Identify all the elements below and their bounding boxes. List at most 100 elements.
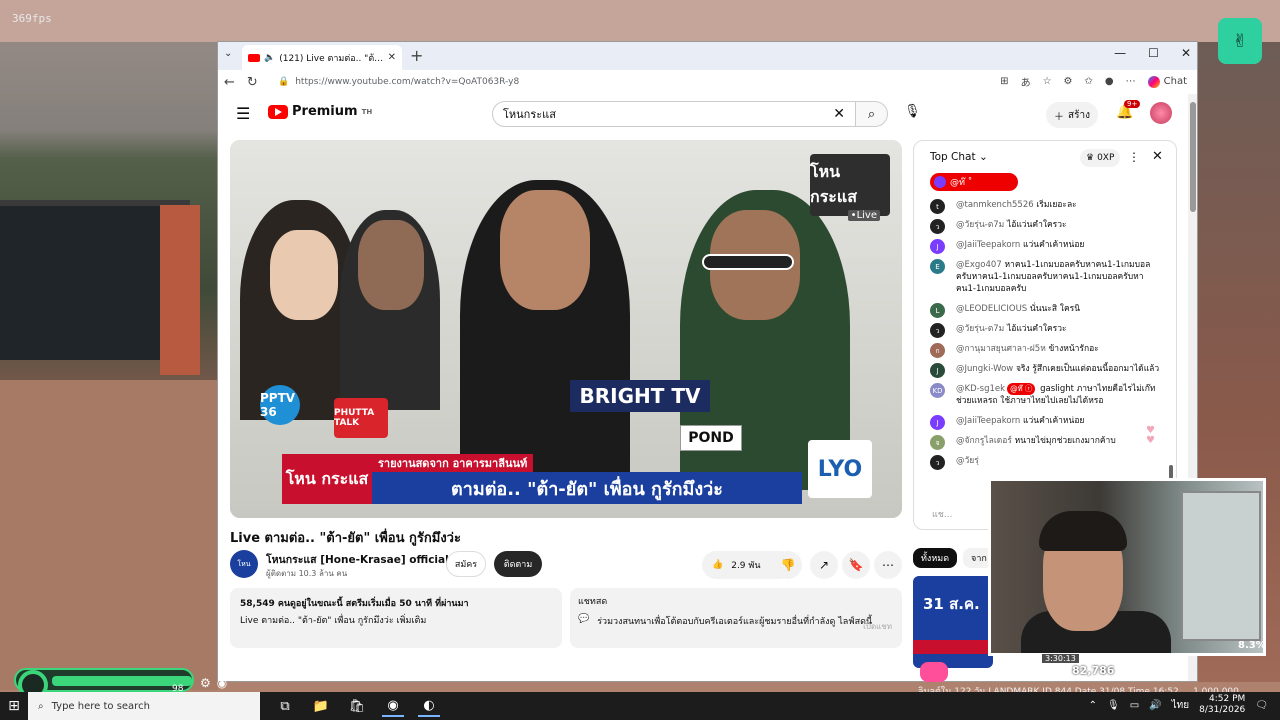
edge-browser-icon[interactable]: ◐: [418, 695, 440, 717]
copilot-chat-button[interactable]: Chat: [1147, 75, 1187, 88]
chat-avatar[interactable]: L: [930, 303, 945, 318]
more-actions-button[interactable]: ⋯: [874, 551, 902, 579]
chat-scroll-thumb[interactable]: [1169, 465, 1173, 479]
account-avatar[interactable]: [1150, 102, 1172, 124]
profile-icon[interactable]: ●: [1105, 76, 1114, 87]
tab-actions-icon[interactable]: ⌄: [224, 48, 232, 59]
chat-author[interactable]: @จักกรูไลเดอร์: [956, 436, 1012, 446]
microphone-icon[interactable]: 🎙: [904, 104, 921, 119]
plus-icon: ＋: [1054, 111, 1064, 123]
microphone-tray-icon[interactable]: 🎙: [1107, 700, 1120, 711]
language-icon[interactable]: ไทย: [1172, 698, 1189, 713]
maximize-button[interactable]: ☐: [1148, 46, 1159, 60]
chat-message: E @Exgo407 หาคน1-1เกมบอลครับหาคน1-1เกมบอล…: [930, 259, 1162, 295]
app-icon[interactable]: ⊞: [1000, 76, 1008, 87]
chat-avatar[interactable]: ว: [930, 323, 945, 338]
chat-close-icon[interactable]: ✕: [1152, 149, 1163, 164]
top-chat-dropdown[interactable]: Top Chat ⌄: [930, 151, 988, 163]
description-text: Live ตามต่อ.. "ต้า-ยัต" เพื่อน กูรักมึงว…: [240, 616, 427, 626]
channel-avatar[interactable]: โหน: [230, 550, 258, 578]
chip-all[interactable]: ทั้งหมด: [913, 548, 958, 568]
chat-avatar[interactable]: จ: [930, 435, 945, 450]
chat-avatar[interactable]: E: [930, 259, 945, 274]
url-field[interactable]: 🔒 https://www.youtube.com/watch?v=QoAT06…: [278, 73, 978, 91]
clock[interactable]: 4:52 PM 8/31/2026: [1199, 694, 1245, 716]
copilot-icon: [1147, 75, 1160, 88]
notification-center-icon[interactable]: 🗨: [1255, 700, 1268, 711]
audio-icon[interactable]: 🔈: [264, 53, 275, 63]
chat-author[interactable]: @วัยรุ่: [956, 456, 979, 466]
translate-icon[interactable]: あ: [1021, 74, 1031, 89]
close-window-button[interactable]: ✕: [1181, 46, 1191, 60]
lock-icon[interactable]: 🔒: [278, 77, 289, 87]
extensions-icon[interactable]: ⚙: [1064, 76, 1073, 87]
video-player[interactable]: PPTV 36 PHUTTA TALK BRIGHT TV POND โหน ก…: [230, 140, 902, 518]
new-tab-button[interactable]: +: [410, 46, 423, 65]
share-button[interactable]: ↗: [810, 551, 838, 579]
chat-message: KD @KD-sg1ek @ท๊ ⓡ gaslight ภาษาไทยคือไรไม…: [930, 383, 1162, 407]
tray-chevron-icon[interactable]: ⌃: [1089, 700, 1097, 711]
chat-author[interactable]: @JaiiTeepakorn: [956, 416, 1020, 426]
open-chat-button[interactable]: เปิดแชท: [863, 620, 892, 633]
favorites-bar-icon[interactable]: ✩: [1085, 76, 1093, 87]
store-icon[interactable]: 🛍: [346, 695, 368, 717]
chat-author[interactable]: @วัยรุ่น-ต7ม: [956, 324, 1004, 334]
taskbar-search[interactable]: ⌕ Type here to search: [28, 692, 260, 720]
pinned-ticker[interactable]: @ท๊ ˚: [930, 173, 1018, 191]
clear-search-icon[interactable]: ✕: [833, 106, 845, 122]
chat-author[interactable]: @Exgo407: [956, 260, 1002, 270]
chat-author[interactable]: @วัยรุ่น-ต7ม: [956, 220, 1004, 230]
search-button[interactable]: ⌕: [856, 101, 888, 127]
recommended-video-thumbnail[interactable]: 31 ส.ค.: [913, 576, 993, 668]
ticker-avatar: [934, 176, 946, 188]
obs-app-icon[interactable]: ◉: [382, 695, 404, 717]
chat-avatar[interactable]: ว: [930, 455, 945, 470]
join-button[interactable]: สมัคร: [446, 551, 486, 577]
minimize-button[interactable]: —: [1114, 46, 1126, 60]
back-icon[interactable]: ←: [224, 75, 235, 90]
hud-health-fill: [52, 676, 192, 686]
network-icon[interactable]: ▭: [1130, 700, 1139, 711]
dislike-button[interactable]: 👎: [774, 551, 802, 579]
subscriber-count: ผู้ติดตาม 10.3 ล้าน คน: [266, 569, 348, 578]
search-input[interactable]: โหนกระแส ✕: [492, 101, 856, 127]
chat-avatar[interactable]: J: [930, 415, 945, 430]
create-button[interactable]: ＋ สร้าง: [1046, 102, 1098, 128]
description-box[interactable]: 58,549 คนดูอยู่ในขณะนี้ สตรีมเริ่มเมื่อ …: [230, 588, 562, 648]
youtube-logo[interactable]: Premium TH: [268, 104, 372, 119]
task-view-icon[interactable]: ⧉: [274, 695, 296, 717]
chat-menu-icon[interactable]: ⋮: [1128, 150, 1140, 164]
chat-avatar[interactable]: J: [930, 363, 945, 378]
scroll-thumb[interactable]: [1190, 102, 1196, 212]
browser-tab[interactable]: 🔈 (121) Live ตามต่อ.. "ต้า-ยัต" เพื่อ...…: [242, 45, 402, 70]
chat-message: t @tanmkench5526 เริ่มเยอะละ: [930, 199, 1162, 214]
save-button[interactable]: 🔖: [842, 551, 870, 579]
chat-avatar[interactable]: ก: [930, 343, 945, 358]
chat-avatar[interactable]: ว: [930, 219, 945, 234]
subscribed-button[interactable]: ติดตาม: [494, 551, 542, 577]
file-explorer-icon[interactable]: 📁: [310, 695, 332, 717]
chat-avatar[interactable]: KD: [930, 383, 945, 398]
windows-start-icon[interactable]: ⊞: [0, 692, 28, 720]
chat-avatar[interactable]: J: [930, 239, 945, 254]
more-icon[interactable]: ⋯: [1126, 76, 1136, 87]
refresh-icon[interactable]: ↻: [247, 75, 258, 90]
chat-avatar[interactable]: t: [930, 199, 945, 214]
chat-author[interactable]: @Jungki-Wow: [956, 364, 1013, 374]
lower-third-label: รายงานสดจาก อาคารมาลีนนท์: [372, 454, 534, 472]
chat-author[interactable]: @KD-sg1ek: [956, 384, 1005, 394]
chat-author[interactable]: @LEODELICIOUS: [956, 304, 1027, 314]
chat-input[interactable]: แช...: [932, 507, 953, 521]
chat-author[interactable]: @tanmkench5526: [956, 200, 1034, 210]
chat-scrollbar[interactable]: [1168, 203, 1174, 487]
tab-close-icon[interactable]: ✕: [388, 52, 396, 63]
chat-text: หนายไข่มุกช่วยเกงมากค้าบ: [1014, 436, 1116, 446]
favorite-icon[interactable]: ☆: [1043, 76, 1052, 87]
menu-icon[interactable]: ☰: [236, 104, 250, 123]
volume-icon[interactable]: 🔊: [1149, 700, 1161, 711]
channel-name[interactable]: โหนกระแส [Hone-Krasae] official ◉: [266, 551, 462, 568]
chat-author[interactable]: @JaiiTeepakorn: [956, 240, 1020, 250]
xp-badge[interactable]: ♛ 0XP: [1080, 149, 1121, 167]
video-title: Live ตามต่อ.. "ต้า-ยัต" เพื่อน กูรักมึงว…: [230, 531, 461, 546]
chat-author[interactable]: @กานุมาสยุนศาลา-ฝ5ห: [956, 344, 1046, 354]
